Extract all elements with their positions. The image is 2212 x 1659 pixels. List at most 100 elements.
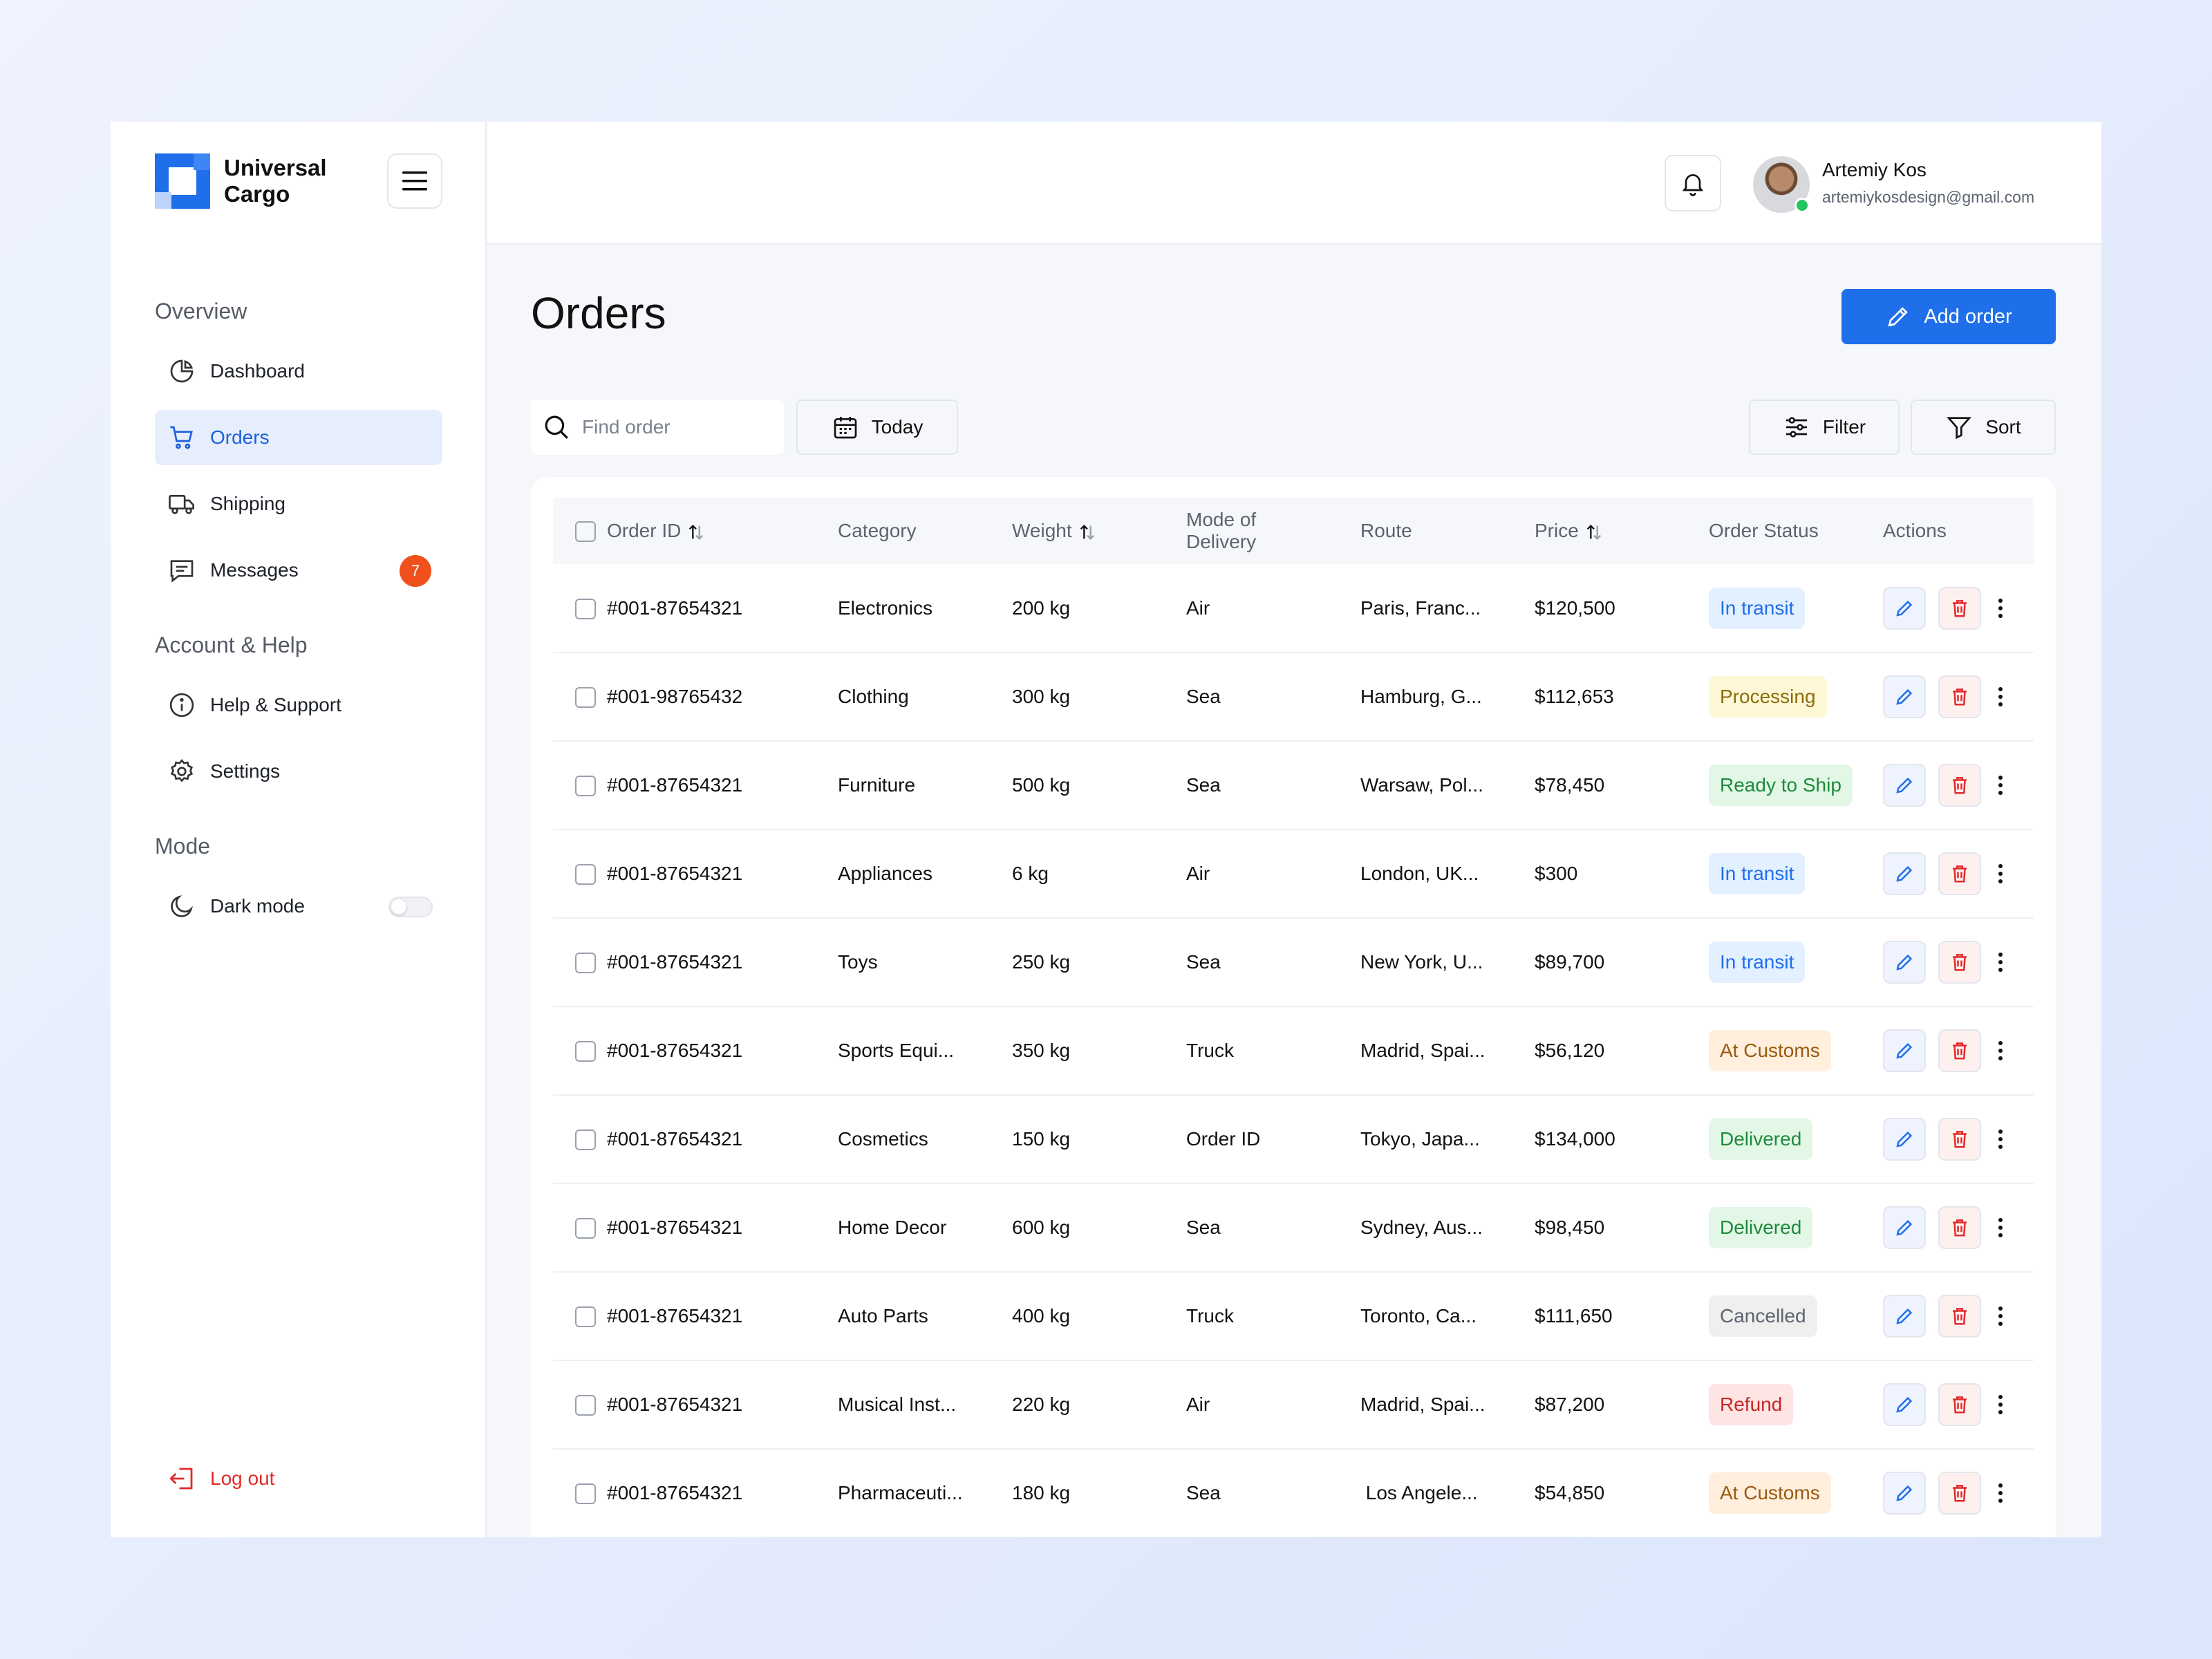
sort-button[interactable]: Sort (1911, 400, 2056, 455)
row-checkbox[interactable] (575, 1395, 596, 1416)
table-row[interactable]: #001-87654321 Appliances 6 kg Air London… (553, 830, 2034, 919)
table-row[interactable]: #001-87654321 Auto Parts 400 kg Truck To… (553, 1272, 2034, 1361)
table-row[interactable]: #001-87654321 Sports Equi... 350 kg Truc… (553, 1006, 2034, 1096)
table-row[interactable]: #001-87654321 Cosmetics 150 kg Order ID … (553, 1095, 2034, 1184)
filter-button[interactable]: Filter (1749, 400, 1900, 455)
section-title-mode: Mode (155, 834, 211, 859)
more-options-icon[interactable] (1994, 1218, 2007, 1237)
edit-order-button[interactable] (1883, 675, 1926, 718)
weight-cell: 300 kg (1012, 653, 1186, 742)
edit-order-button[interactable] (1883, 586, 1926, 630)
edit-order-button[interactable] (1883, 764, 1926, 807)
weight-cell: 200 kg (1012, 564, 1186, 653)
more-options-icon[interactable] (1994, 776, 2007, 795)
delete-order-button[interactable] (1938, 852, 1981, 895)
add-order-button[interactable]: Add order (1841, 289, 2056, 344)
avatar[interactable] (1753, 156, 1810, 213)
order-id-cell: #001-98765432 (607, 653, 838, 742)
nav-overview: Dashboard Orders Shipping Messages 7 (155, 344, 442, 598)
sidebar-item-shipping[interactable]: Shipping (155, 476, 442, 532)
more-options-icon[interactable] (1994, 864, 2007, 883)
row-checkbox[interactable] (575, 1041, 596, 1062)
col-weight[interactable]: Weight (1012, 498, 1186, 564)
edit-order-button[interactable] (1883, 1295, 1926, 1338)
delete-order-button[interactable] (1938, 764, 1981, 807)
more-options-icon[interactable] (1994, 1483, 2007, 1503)
dark-mode-toggle[interactable] (388, 897, 433, 917)
order-id-cell: #001-87654321 (607, 830, 838, 919)
delete-order-button[interactable] (1938, 1206, 1981, 1249)
menu-toggle-button[interactable] (387, 153, 442, 209)
order-id-cell: #001-87654321 (607, 918, 838, 1007)
col-route: Route (1360, 520, 1412, 541)
table-row[interactable]: #001-87654321 Pharmaceuti... 180 kg Sea … (553, 1449, 2034, 1537)
brand-name-line2: Cargo (224, 181, 290, 207)
row-checkbox[interactable] (575, 1130, 596, 1151)
sidebar-item-label: Dashboard (210, 360, 305, 382)
search-box (531, 400, 784, 455)
weight-cell: 350 kg (1012, 1006, 1186, 1096)
edit-order-button[interactable] (1883, 1472, 1926, 1515)
info-icon (167, 691, 196, 720)
edit-order-button[interactable] (1883, 1029, 1926, 1072)
order-id-cell: #001-87654321 (607, 741, 838, 830)
row-checkbox[interactable] (575, 687, 596, 709)
table-row[interactable]: #001-87654321 Furniture 500 kg Sea Warsa… (553, 741, 2034, 830)
edit-order-button[interactable] (1883, 1118, 1926, 1161)
sidebar-item-settings[interactable]: Settings (155, 744, 442, 799)
category-cell: Furniture (838, 741, 1012, 830)
status-cell: Cancelled (1709, 1272, 1883, 1361)
delete-order-button[interactable] (1938, 1118, 1981, 1161)
route-cell: London, UK... (1360, 830, 1535, 919)
sidebar-item-orders[interactable]: Orders (155, 410, 442, 465)
more-options-icon[interactable] (1994, 1306, 2007, 1326)
logout-icon (167, 1464, 196, 1493)
sidebar-item-help[interactable]: Help & Support (155, 677, 442, 733)
row-checkbox[interactable] (575, 864, 596, 885)
search-input[interactable] (582, 416, 762, 438)
edit-order-button[interactable] (1883, 852, 1926, 895)
more-options-icon[interactable] (1994, 1041, 2007, 1060)
delete-order-button[interactable] (1938, 1295, 1981, 1338)
row-checkbox[interactable] (575, 598, 596, 619)
delete-order-button[interactable] (1938, 941, 1981, 984)
sidebar-item-dashboard[interactable]: Dashboard (155, 344, 442, 399)
edit-order-button[interactable] (1883, 1383, 1926, 1426)
table-row[interactable]: #001-87654321 Home Decor 600 kg Sea Sydn… (553, 1183, 2034, 1273)
row-checkbox[interactable] (575, 953, 596, 974)
notifications-button[interactable] (1665, 155, 1721, 212)
col-header-label: Order ID (607, 520, 682, 541)
delete-order-button[interactable] (1938, 675, 1981, 718)
edit-order-button[interactable] (1883, 941, 1926, 984)
row-checkbox[interactable] (575, 1306, 596, 1328)
sidebar-item-messages[interactable]: Messages 7 (155, 543, 442, 598)
table-row[interactable]: #001-87654321 Electronics 200 kg Air Par… (553, 564, 2034, 653)
delete-order-button[interactable] (1938, 1472, 1981, 1515)
table-row[interactable]: #001-87654321 Toys 250 kg Sea New York, … (553, 918, 2034, 1007)
more-options-icon[interactable] (1994, 953, 2007, 972)
more-options-icon[interactable] (1994, 598, 2007, 618)
more-options-icon[interactable] (1994, 1395, 2007, 1414)
logout-button[interactable]: Log out (167, 1464, 274, 1493)
delete-order-button[interactable] (1938, 1383, 1981, 1426)
row-checkbox[interactable] (575, 1218, 596, 1239)
mode-cell: Sea (1186, 918, 1360, 1007)
delete-order-button[interactable] (1938, 1029, 1981, 1072)
date-filter-button[interactable]: Today (796, 400, 958, 455)
col-order-id[interactable]: Order ID (607, 498, 838, 564)
edit-pencil-icon (1896, 865, 1913, 882)
row-checkbox[interactable] (575, 776, 596, 797)
table-row[interactable]: #001-87654321 Musical Inst... 220 kg Air… (553, 1360, 2034, 1450)
edit-pencil-icon (1896, 688, 1913, 705)
delete-order-button[interactable] (1938, 586, 1981, 630)
select-all-checkbox[interactable] (575, 521, 596, 543)
row-checkbox[interactable] (575, 1483, 596, 1505)
weight-cell: 220 kg (1012, 1360, 1186, 1450)
edit-pencil-icon (1896, 1308, 1913, 1324)
table-row[interactable]: #001-98765432 Clothing 300 kg Sea Hambur… (553, 653, 2034, 742)
more-options-icon[interactable] (1994, 1130, 2007, 1149)
status-badge: Delivered (1709, 1207, 1813, 1248)
col-price[interactable]: Price (1535, 498, 1709, 564)
more-options-icon[interactable] (1994, 687, 2007, 706)
edit-order-button[interactable] (1883, 1206, 1926, 1249)
